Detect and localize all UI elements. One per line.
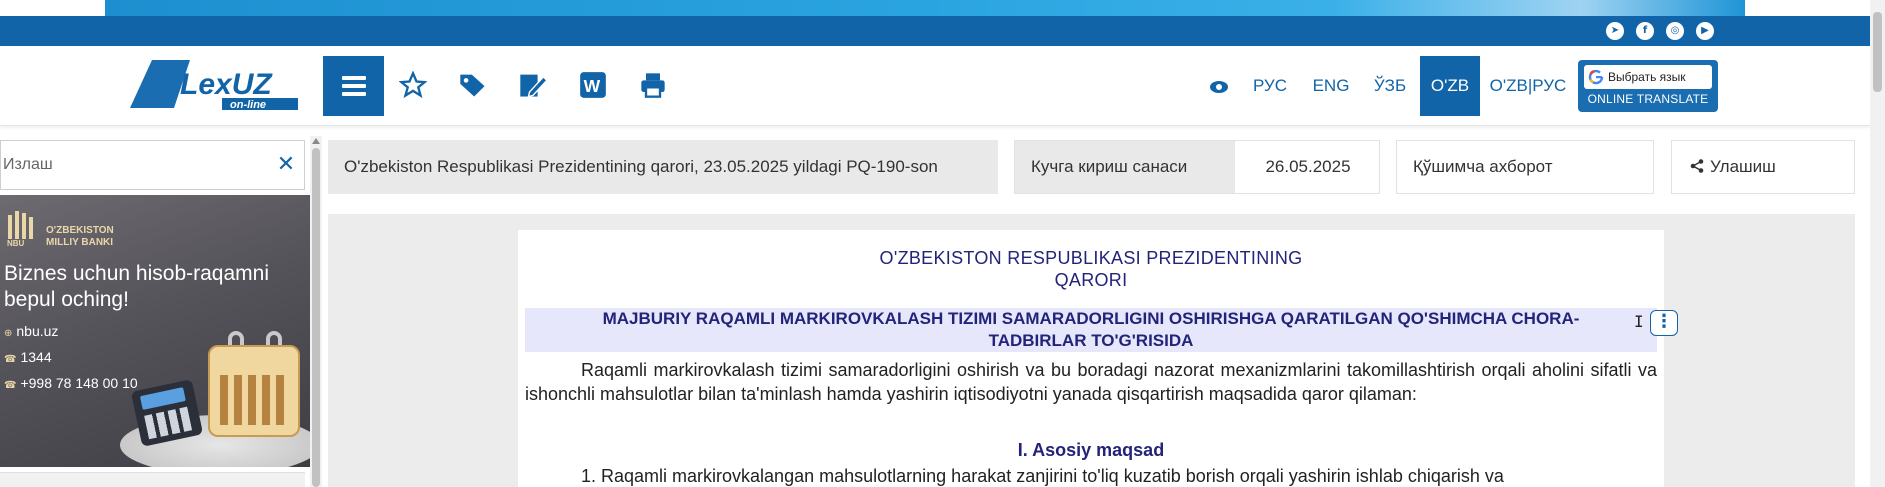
document-heading: MAJBURIY RAQAMLI MARKIROVKALASH TIZIMI S… [525,308,1657,352]
ad-short-phone: ☎ 1344 [4,349,52,365]
phone-icon: ☎ [4,380,17,391]
lang-uzb-cyrillic[interactable]: ЎЗБ [1364,56,1416,116]
edit-document-icon[interactable] [518,70,548,100]
instagram-icon[interactable]: ◎ [1666,22,1684,40]
ad-calendar-image [208,345,300,437]
section-heading: I. Asosiy maqsad [1017,440,1165,460]
youtube-icon[interactable]: ▶ [1696,22,1714,40]
select-language-button[interactable]: Выбрать язык [1584,65,1712,89]
logo-text: LexUZ [180,68,273,101]
additional-info-button[interactable]: Қўшимча ахборот [1396,140,1654,194]
favorites-star-icon[interactable] [398,70,428,100]
text-cursor-icon: I [1634,312,1644,331]
visually-impaired-eye-icon[interactable] [1204,72,1234,102]
page-scrollbar-thumb[interactable] [1873,12,1882,92]
scroll-up-arrow-icon[interactable] [312,138,320,144]
ad-phone: ☎ +998 78 148 00 10 [4,375,138,391]
ad-site: ⊕ nbu.uz [4,323,59,339]
phone-icon: ☎ [4,354,17,365]
word-export-icon[interactable]: W [578,70,608,100]
more-options-button[interactable]: ⋮ [1650,310,1678,336]
search-input[interactable] [1,141,261,189]
nbu-logo-letters: NBU [7,239,25,247]
effective-date-box: Кучга кириш санаси 26.05.2025 [1014,140,1380,194]
menu-button[interactable] [323,56,384,116]
top-social-bar [0,16,1870,46]
close-x-icon[interactable]: ✕ [275,153,297,177]
top-ad-banner[interactable] [105,0,1745,16]
heading-line-1: MAJBURIY RAQAMLI MARKIROVKALASH TIZIMI S… [602,309,1580,328]
clause-1: 1. Raqamli markirovkalangan mahsulotlarn… [581,466,1504,486]
heading-line-2: TADBIRLAR TO'G'RISIDA [988,331,1194,350]
sidebar-search: ✕ [0,140,305,190]
online-translate-widget: Выбрать язык ONLINE TRANSLATE [1578,60,1718,112]
telegram-icon[interactable]: ➤ [1606,22,1624,40]
globe-icon: ⊕ [4,328,13,339]
sidebar-scrollbar-thumb[interactable] [312,148,320,487]
page-scrollbar[interactable] [1870,0,1885,487]
kebab-menu-icon: ⋮ [1655,311,1673,332]
sidebar-next-block [0,472,305,487]
hamburger-icon [341,76,366,96]
site-header: LexUZ on-line W РУС ENG ЎЗБ O'ZB O'ZB|РУ… [0,46,1870,126]
share-button[interactable]: Улашиш [1671,140,1855,194]
google-g-icon [1588,69,1604,85]
select-language-label: Выбрать язык [1608,70,1686,84]
lang-eng[interactable]: ENG [1304,56,1358,116]
logo-subtext: on-line [230,99,266,111]
issuer-line: O'ZBEKISTON RESPUBLIKASI PREZIDENTINING [879,248,1303,268]
document-page: O'ZBEKISTON RESPUBLIKASI PREZIDENTINING … [518,230,1664,487]
share-label: Улашиш [1710,157,1776,176]
facebook-icon[interactable]: f [1636,22,1654,40]
svg-text:W: W [584,76,601,96]
preamble-paragraph: Raqamli markirovkalash tizimi samaradorl… [525,360,1657,404]
document-type-line: QARORI [1054,270,1128,290]
document-title: O'zbekiston Respublikasi Prezidentining … [328,140,998,194]
share-icon [1690,159,1704,173]
lang-uzb-latin[interactable]: O'ZB [1420,56,1480,116]
lang-uzb-rus[interactable]: O'ZB|РУС [1486,56,1570,116]
print-icon[interactable] [638,70,668,100]
nbu-logo-icon: NBU [7,211,33,247]
lang-rus[interactable]: РУС [1244,56,1296,116]
lexuz-logo[interactable]: LexUZ on-line [130,60,300,116]
ad-bank-name: O'ZBEKISTON MILLIY BANKI [46,225,114,248]
effective-date-value: 26.05.2025 [1265,157,1351,176]
tags-icon[interactable] [458,70,488,100]
effective-date-label: Кучга кириш санаси [1015,141,1235,193]
sidebar-scrollbar[interactable] [310,136,322,487]
ad-headline: Biznes uchun hisob-raqamni bepul oching! [4,262,269,311]
online-translate-caption: ONLINE TRANSLATE [1587,92,1709,106]
nbu-advertisement[interactable]: NBU O'ZBEKISTON MILLIY BANKI Biznes uchu… [0,195,310,467]
